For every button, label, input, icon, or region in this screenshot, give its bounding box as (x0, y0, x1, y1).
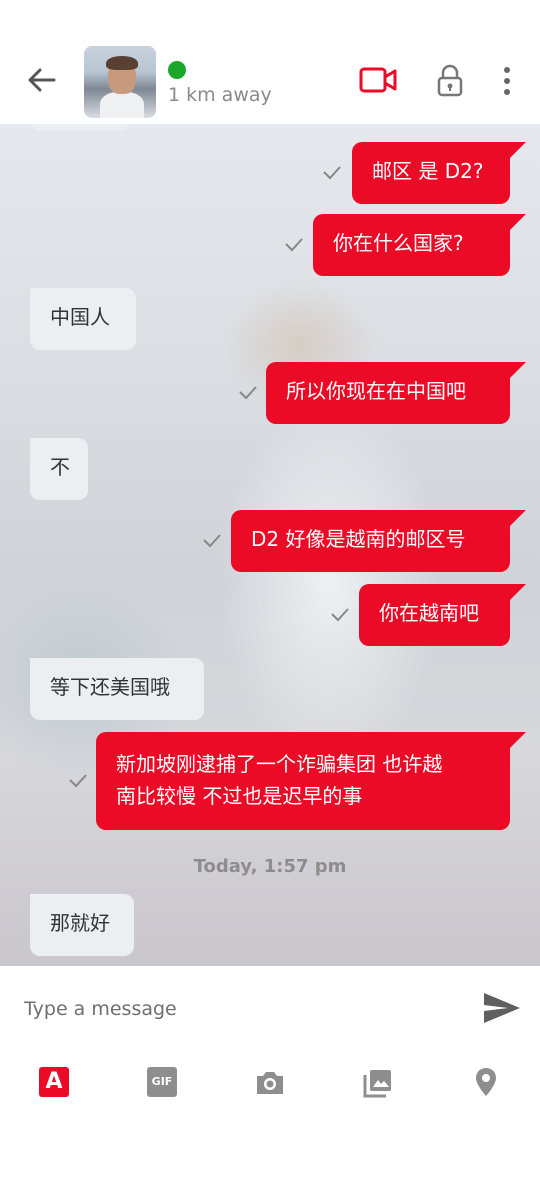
gallery-icon[interactable] (362, 1067, 394, 1099)
sent-check-icon (323, 166, 341, 180)
message-bubble-outgoing[interactable]: 你在越南吧 (359, 584, 526, 646)
location-pin-icon[interactable] (474, 1066, 498, 1098)
send-icon[interactable] (482, 990, 522, 1026)
message-line: 南比较慢 不过也是迟早的事 (116, 784, 363, 808)
message-bubble-incoming[interactable]: 等下还美国哦 (30, 658, 204, 720)
video-call-icon[interactable] (358, 64, 398, 96)
back-arrow-icon[interactable] (24, 62, 60, 98)
message-bubble-incoming[interactable]: 那就好 (30, 894, 134, 956)
gif-icon[interactable]: GIF (147, 1067, 177, 1097)
message-bubble-partial (30, 124, 130, 130)
message-input[interactable] (24, 994, 444, 1024)
lock-icon[interactable] (436, 64, 464, 98)
chat-header: 1 km away (0, 0, 540, 124)
sent-check-icon (239, 386, 257, 400)
message-bubble-outgoing[interactable]: D2 好像是越南的邮区号 (231, 510, 526, 572)
message-bubble-outgoing[interactable]: 你在什么国家? (313, 214, 526, 276)
message-bubble-incoming[interactable]: 不 (30, 438, 88, 500)
message-composer: A GIF (0, 966, 540, 1200)
online-indicator (168, 61, 186, 79)
text-style-icon[interactable]: A (39, 1067, 69, 1097)
sent-check-icon (285, 238, 303, 252)
message-bubble-incoming[interactable]: 中国人 (30, 288, 136, 350)
avatar[interactable] (84, 46, 156, 118)
camera-icon[interactable] (254, 1069, 286, 1097)
message-bubble-outgoing[interactable]: 所以你现在在中国吧 (266, 362, 526, 424)
distance-label: 1 km away (168, 84, 272, 106)
sent-check-icon (331, 608, 349, 622)
chat-area[interactable]: 邮区 是 D2? 你在什么国家? 中国人 所以你现在在中国吧 不 D2 好像是越… (0, 124, 540, 966)
message-line: 新加坡刚逮捕了一个诈骗集团 也许越 (116, 752, 443, 776)
date-divider: Today, 1:57 pm (193, 856, 347, 877)
sent-check-icon (69, 774, 87, 788)
message-bubble-outgoing[interactable]: 新加坡刚逮捕了一个诈骗集团 也许越 南比较慢 不过也是迟早的事 (96, 732, 526, 830)
sent-check-icon (203, 534, 221, 548)
message-bubble-outgoing[interactable]: 邮区 是 D2? (352, 142, 526, 204)
more-vertical-icon[interactable] (498, 66, 516, 96)
